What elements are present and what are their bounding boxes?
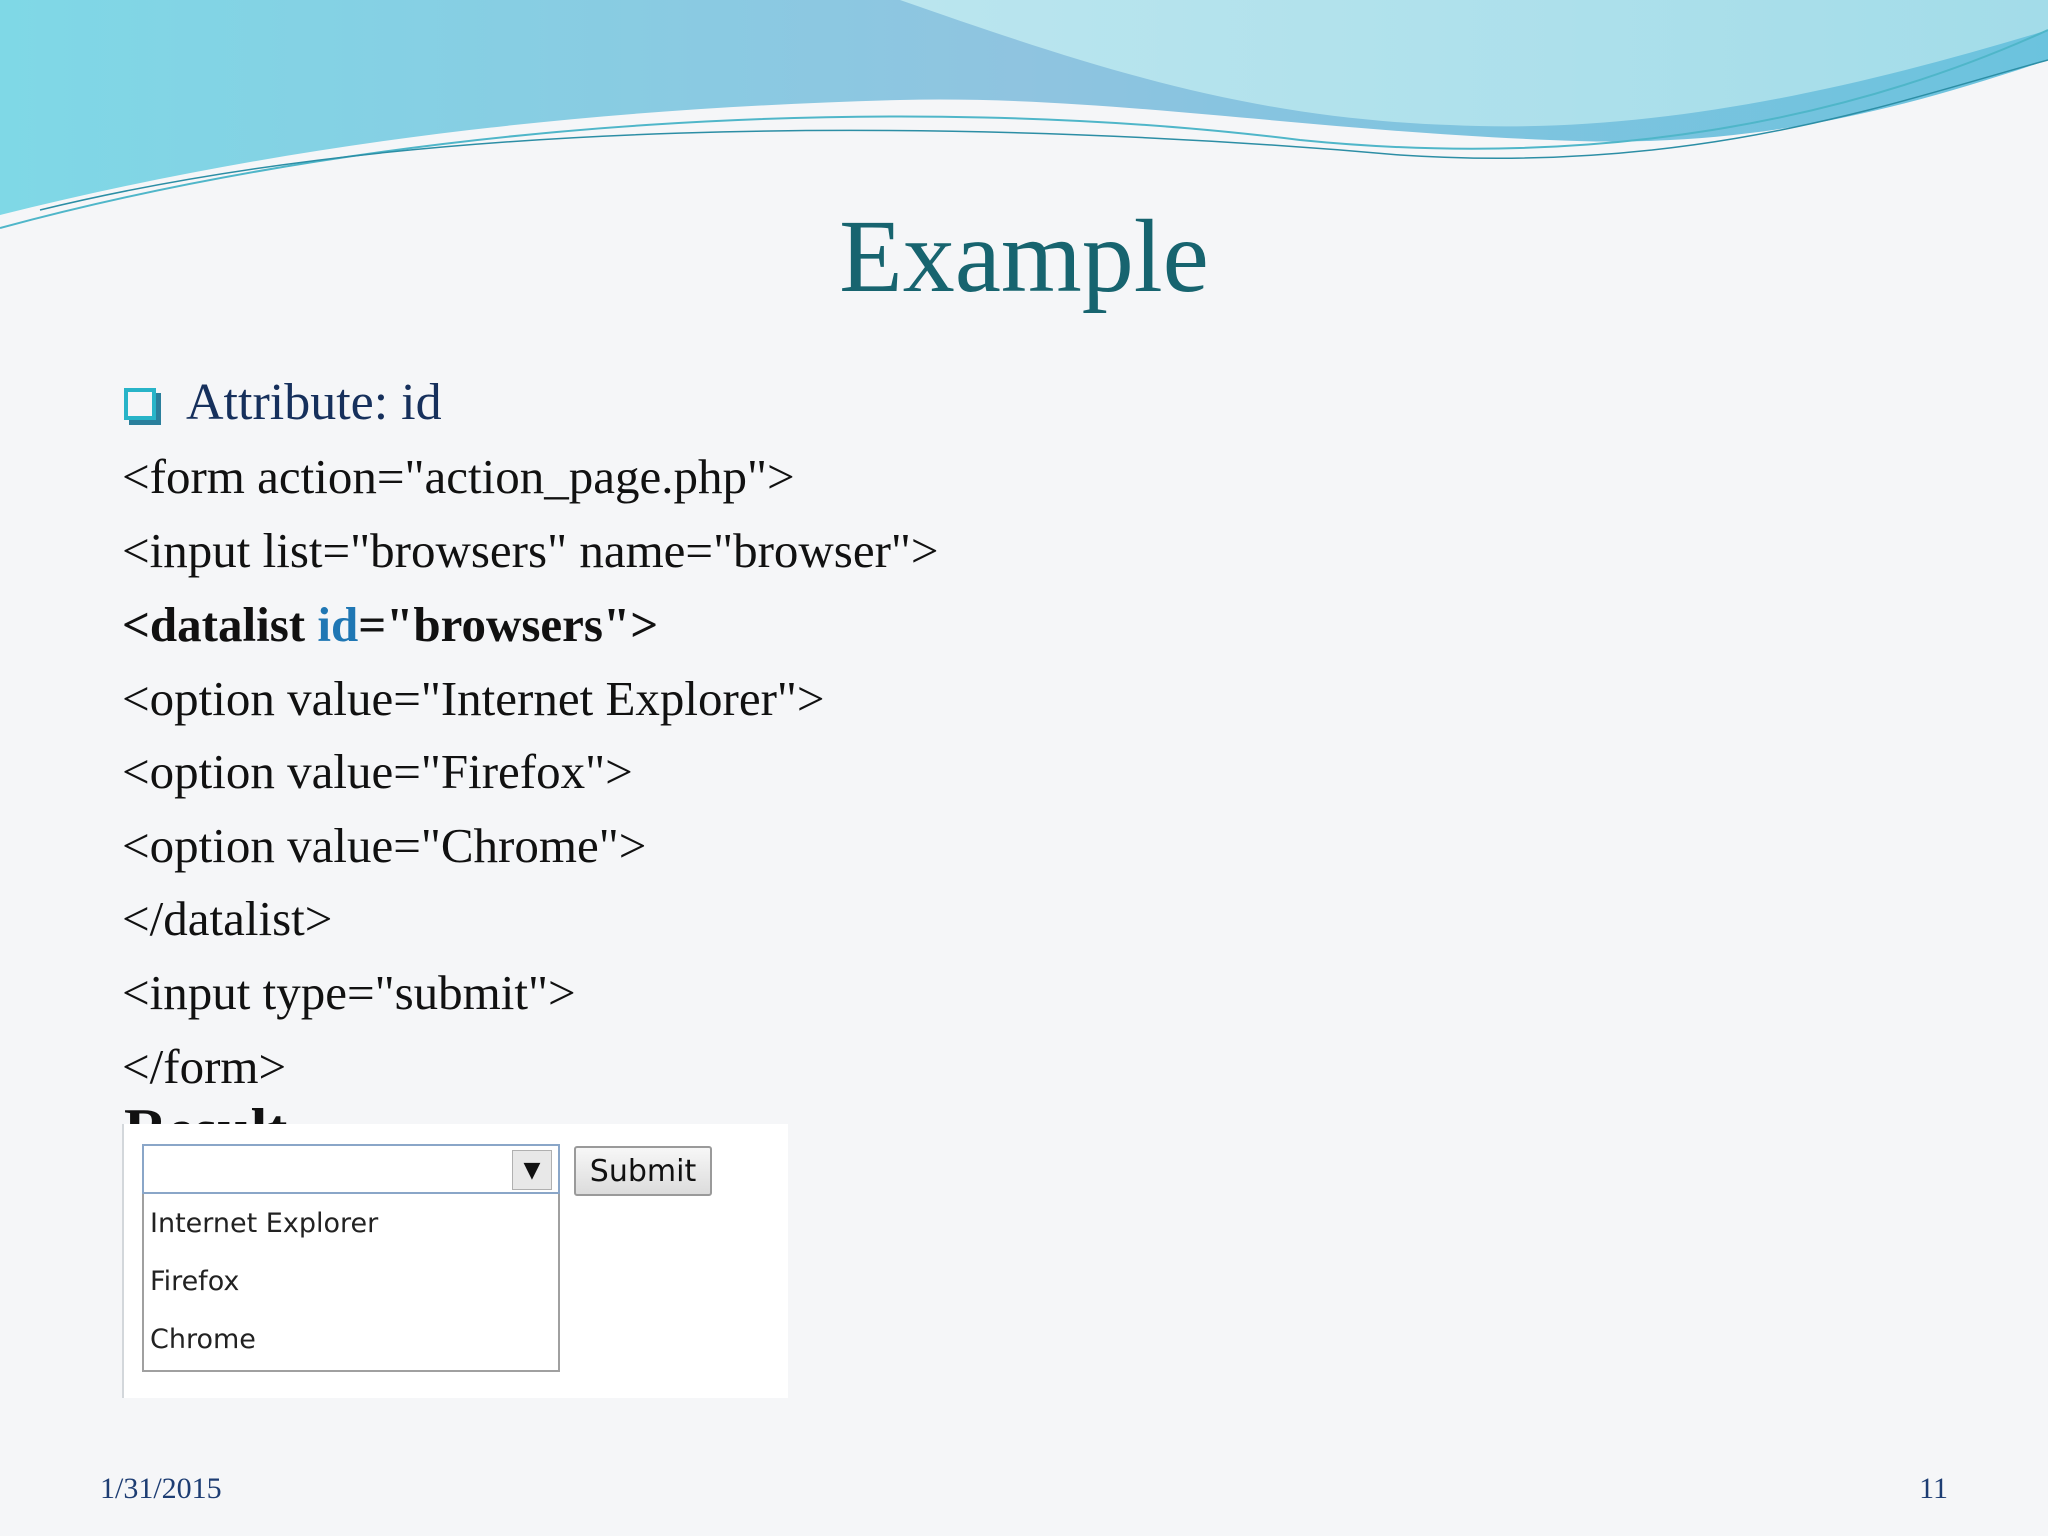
dropdown-arrow-icon[interactable]: ▼ (512, 1150, 552, 1190)
bullet-item: Attribute: id (124, 373, 442, 432)
datalist-dropdown: Internet Explorer Firefox Chrome (142, 1194, 560, 1372)
page-number: 11 (1919, 1472, 1948, 1505)
slide: Example Attribute: id <form action="acti… (0, 0, 2048, 1536)
code-line-option-chrome: <option value="Chrome"> (122, 818, 647, 873)
footer-date: 1/31/2015 (100, 1472, 222, 1505)
option-firefox[interactable]: Firefox (150, 1266, 239, 1297)
code-line-form-close: </form> (122, 1039, 287, 1094)
code-line-datalist-close: </datalist> (122, 891, 333, 946)
code-line-option-ie: <option value="Internet Explorer"> (122, 671, 825, 726)
option-internet-explorer[interactable]: Internet Explorer (150, 1208, 378, 1239)
bullet-text: Attribute: id (186, 374, 442, 431)
divider (122, 1124, 124, 1398)
code-line-input: <input list="browsers" name="browser"> (122, 523, 939, 578)
checkbox-bullet-icon (124, 387, 156, 420)
code-line-datalist: <datalist id="browsers"> (122, 600, 658, 649)
browser-input[interactable] (142, 1144, 560, 1194)
code-text: <datalist (122, 597, 318, 652)
submit-button[interactable]: Submit (574, 1146, 712, 1196)
id-attribute-highlight: id (317, 597, 359, 652)
code-text: ="browsers"> (358, 597, 659, 652)
code-line-form: <form action="action_page.php"> (122, 449, 795, 504)
slide-title: Example (839, 199, 1209, 314)
result-screenshot: ▼ Submit Internet Explorer Firefox Chrom… (122, 1124, 788, 1398)
code-line-submit: <input type="submit"> (122, 965, 576, 1020)
code-line-option-firefox: <option value="Firefox"> (122, 744, 633, 799)
option-chrome[interactable]: Chrome (150, 1324, 256, 1355)
